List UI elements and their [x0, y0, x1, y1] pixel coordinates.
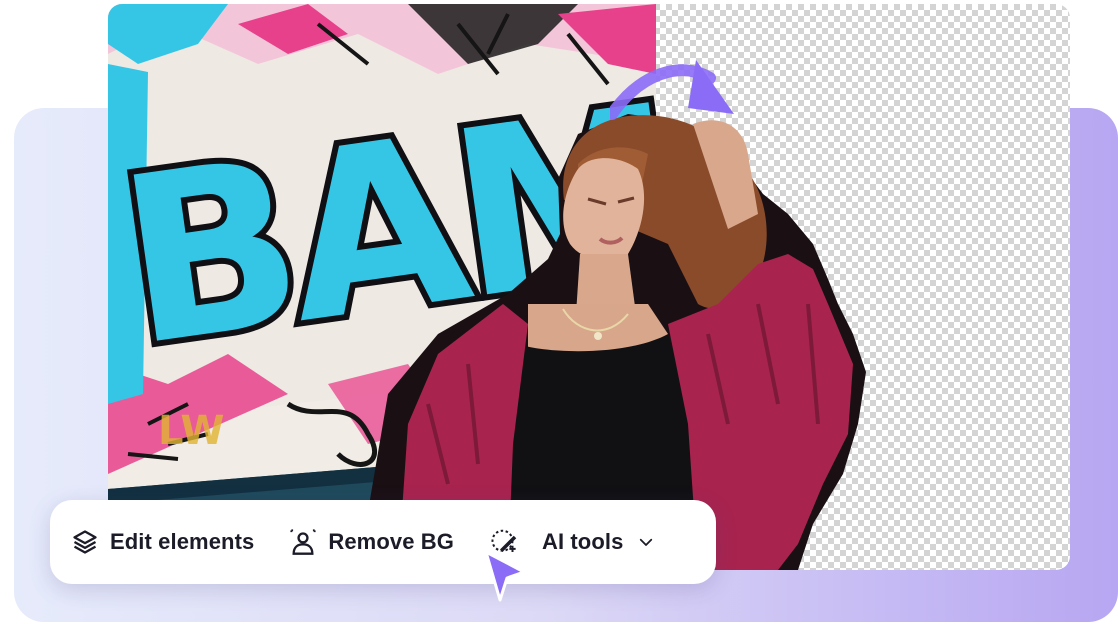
edit-elements-label: Edit elements	[110, 529, 255, 554]
layers-icon	[70, 527, 100, 557]
image-canvas: LW BAM	[108, 4, 1070, 570]
curved-arrow-icon	[610, 60, 734, 120]
ai-tools-label: AI tools	[541, 529, 624, 554]
cutout-subject	[358, 114, 866, 570]
floating-toolbar: Edit elements Remove BG AI tools	[50, 500, 716, 584]
hero-stage: LW BAM Edit elements Remove BG AI tools	[0, 0, 1118, 642]
chevron-down-icon	[637, 532, 657, 552]
edit-elements-button[interactable]: Edit elements	[70, 520, 254, 564]
remove-bg-button[interactable]: Remove BG	[288, 520, 454, 564]
remove-bg-label: Remove BG	[328, 529, 454, 554]
pointer-cursor-icon	[484, 550, 526, 602]
person-cutout-icon	[288, 527, 318, 557]
